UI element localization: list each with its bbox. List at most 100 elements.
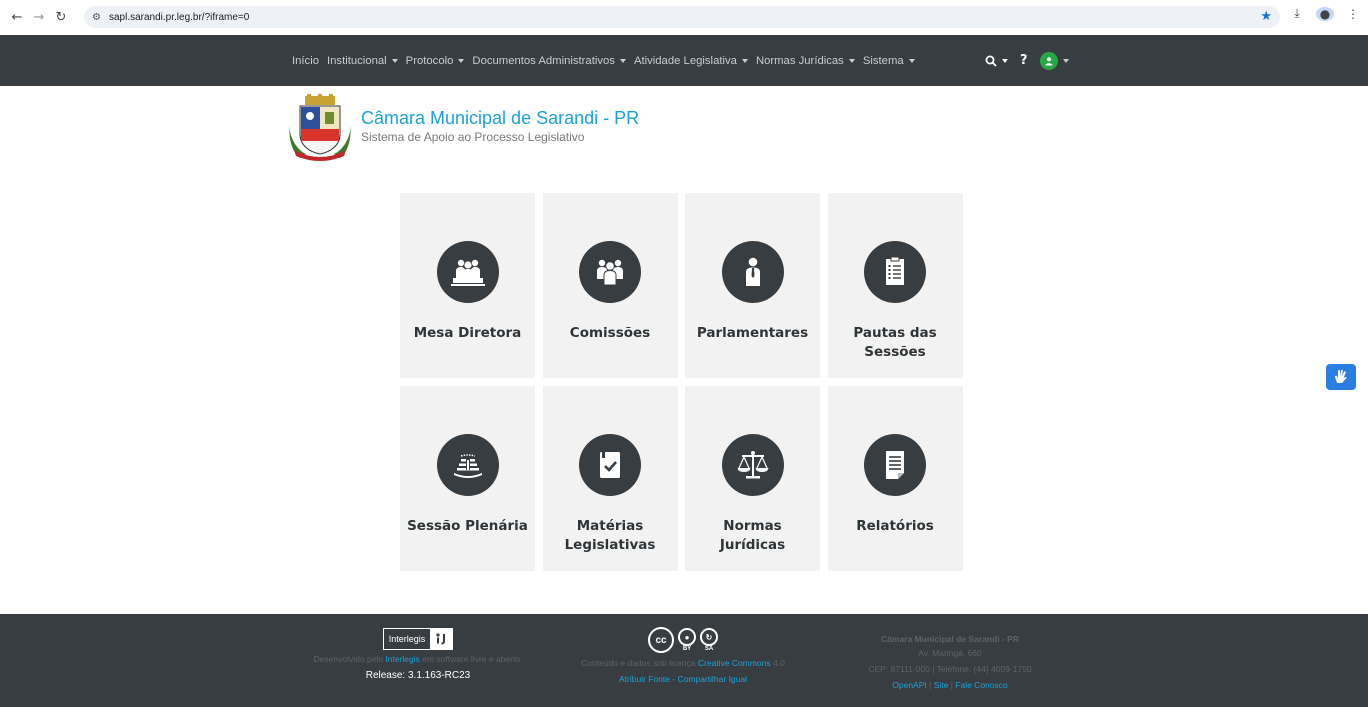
cc-sa-label: SA bbox=[704, 646, 714, 652]
report-icon bbox=[864, 434, 926, 496]
caret-down-icon bbox=[391, 58, 398, 63]
tile-pautas-das-sessoes[interactable]: Pautas das Sessões bbox=[827, 193, 963, 378]
site-subtitle: Sistema de Apoio ao Processo Legislativo bbox=[361, 130, 585, 144]
cc-logo-icon: cc bbox=[648, 627, 674, 653]
nav-item-protocolo[interactable]: Protocolo bbox=[406, 55, 465, 67]
search-toggle[interactable] bbox=[985, 55, 1008, 67]
caret-down-icon bbox=[619, 58, 626, 63]
nav-label: Atividade Legislativa bbox=[633, 54, 737, 67]
interlegis-logo-text: Interlegis bbox=[388, 634, 426, 644]
tile-label: Sessão Plenária bbox=[407, 518, 528, 534]
license-text: Conteúdo e dados sob licença bbox=[581, 658, 698, 668]
nav-item-atividade-legislativa[interactable]: Atividade Legislativa bbox=[634, 55, 748, 67]
tile-comissoes[interactable]: Comissões bbox=[542, 193, 678, 378]
user-icon bbox=[1039, 51, 1058, 70]
nav-item-institucional[interactable]: Institucional bbox=[327, 55, 398, 67]
caret-down-icon bbox=[1062, 58, 1069, 63]
cc-sa-block: ↻ SA bbox=[700, 628, 718, 652]
tile-label: Matérias Legislativas bbox=[564, 518, 656, 553]
site-link[interactable]: Site bbox=[934, 680, 949, 690]
openapi-link[interactable]: OpenAPI bbox=[892, 680, 927, 690]
document-check-icon bbox=[579, 434, 641, 496]
hand-sign-icon bbox=[1335, 369, 1347, 383]
attribution-icon: ● bbox=[678, 628, 696, 646]
developer-line: Desenvolvido pelo Interlegis em software… bbox=[288, 653, 548, 666]
address-bar[interactable]: ⚙ sapl.sarandi.pr.leg.br/?iframe=0 ★ bbox=[84, 6, 1280, 28]
footer-phone: CEP: 87111-000 | Telefone: (44) 4009-175… bbox=[868, 664, 1032, 674]
caret-down-icon bbox=[1002, 58, 1008, 63]
accessibility-widget-button[interactable] bbox=[1326, 364, 1356, 390]
tile-label: Relatórios bbox=[856, 518, 934, 534]
cc-by-block: ● BY bbox=[678, 628, 696, 652]
nav-label: Institucional bbox=[327, 54, 387, 67]
site-settings-icon[interactable]: ⚙ bbox=[92, 12, 101, 23]
footer-contact: Câmara Municipal de Sarandi - PR Av. Mar… bbox=[830, 614, 1070, 692]
main-navbar: Início Institucional Protocolo Documento… bbox=[0, 35, 1368, 86]
reload-icon[interactable]: ↻ bbox=[50, 6, 72, 28]
help-label: ? bbox=[1020, 53, 1028, 68]
cc-by-label: BY bbox=[682, 646, 692, 652]
footer-developer: Interlegis Desenvolvido pelo Interlegis … bbox=[288, 614, 548, 681]
download-icon[interactable]: ⤓ bbox=[1288, 6, 1306, 21]
license-link-line: Atribuir Fonte - Compartilhar Igual bbox=[558, 673, 808, 686]
nav-item-inicio[interactable]: Início bbox=[292, 55, 319, 67]
caret-down-icon bbox=[848, 58, 855, 63]
link-separator: | bbox=[926, 680, 934, 690]
site-title[interactable]: Câmara Municipal de Sarandi - PR bbox=[361, 108, 639, 129]
search-icon bbox=[985, 55, 997, 67]
board-icon bbox=[436, 241, 499, 303]
developer-text: Desenvolvido pelo bbox=[313, 654, 386, 664]
tile-normas-juridicas[interactable]: Normas Jurídicas bbox=[685, 386, 820, 571]
nav-label: Protocolo bbox=[405, 54, 454, 67]
tile-mesa-diretora[interactable]: Mesa Diretora bbox=[400, 193, 535, 378]
bookmark-star-icon[interactable]: ★ bbox=[1260, 9, 1272, 24]
tile-label: Normas Jurídicas bbox=[719, 518, 786, 553]
nav-label: Sistema bbox=[862, 54, 904, 67]
caret-down-icon bbox=[741, 58, 748, 63]
menu-kebab-icon[interactable]: ⋮ bbox=[1344, 7, 1362, 21]
user-menu[interactable] bbox=[1039, 51, 1069, 70]
footer-license: cc ● BY ↻ SA Conteúdo e dados sob licenç… bbox=[558, 614, 808, 686]
tile-parlamentares[interactable]: Parlamentares bbox=[685, 193, 820, 378]
browser-toolbar: ← → ↻ ⚙ sapl.sarandi.pr.leg.br/?iframe=0… bbox=[0, 0, 1368, 34]
nav-item-normas-juridicas[interactable]: Normas Jurídicas bbox=[756, 55, 855, 67]
profile-avatar[interactable]: ● bbox=[1316, 6, 1334, 21]
creative-commons-badge[interactable]: cc ● BY ↻ SA bbox=[648, 626, 718, 654]
tile-sessao-plenaria[interactable]: Sessão Plenária bbox=[400, 386, 535, 571]
footer-chamber-name: Câmara Municipal de Sarandi - PR bbox=[881, 634, 1019, 644]
nav-item-documentos-administrativos[interactable]: Documentos Administrativos bbox=[472, 55, 626, 67]
nav-item-sistema[interactable]: Sistema bbox=[863, 55, 915, 67]
tile-label: Pautas das Sessões bbox=[853, 325, 937, 360]
creative-commons-link[interactable]: Creative Commons bbox=[698, 658, 771, 668]
tile-label: Parlamentares bbox=[696, 325, 809, 341]
back-arrow-icon[interactable]: ← bbox=[6, 6, 28, 28]
help-button[interactable]: ? bbox=[1020, 53, 1028, 68]
license-line: Conteúdo e dados sob licença Creative Co… bbox=[558, 657, 808, 670]
header-text: Câmara Municipal de Sarandi - PR Sistema… bbox=[361, 108, 639, 162]
interlegis-logo[interactable]: Interlegis bbox=[382, 628, 454, 650]
tile-label: Mesa Diretora bbox=[413, 325, 522, 341]
site-footer: Interlegis Desenvolvido pelo Interlegis … bbox=[0, 614, 1368, 707]
tile-relatorios[interactable]: Relatórios bbox=[827, 386, 963, 571]
plenary-icon bbox=[436, 434, 499, 496]
interlegis-link[interactable]: Interlegis bbox=[385, 654, 420, 664]
shortcut-grid: Mesa Diretora Comissões Parlamentares Pa… bbox=[400, 193, 963, 571]
nav-tools: ? bbox=[985, 35, 1069, 86]
forward-arrow-icon[interactable]: → bbox=[28, 6, 50, 28]
caret-down-icon bbox=[908, 58, 915, 63]
scales-icon bbox=[721, 434, 784, 496]
committee-icon bbox=[579, 241, 641, 303]
site-header: Câmara Municipal de Sarandi - PR Sistema… bbox=[288, 94, 639, 162]
caret-down-icon bbox=[458, 58, 465, 63]
parliamentarian-icon bbox=[721, 241, 784, 303]
municipal-crest-logo[interactable] bbox=[288, 94, 352, 162]
tile-materias-legislativas[interactable]: Matérias Legislativas bbox=[542, 386, 678, 571]
license-terms-link[interactable]: Atribuir Fonte - Compartilhar Igual bbox=[619, 674, 747, 684]
footer-links: OpenAPI | Site | Fale Conosco bbox=[830, 679, 1070, 692]
url-text: sapl.sarandi.pr.leg.br/?iframe=0 bbox=[108, 11, 250, 23]
nav-menu: Início Institucional Protocolo Documento… bbox=[292, 35, 923, 86]
developer-text-suffix: em software livre e aberto. bbox=[419, 654, 523, 664]
fale-conosco-link[interactable]: Fale Conosco bbox=[955, 680, 1007, 690]
release-version: Release: 3.1.163-RC23 bbox=[365, 670, 471, 681]
footer-address: Av. Maringá, 660 bbox=[918, 648, 982, 658]
